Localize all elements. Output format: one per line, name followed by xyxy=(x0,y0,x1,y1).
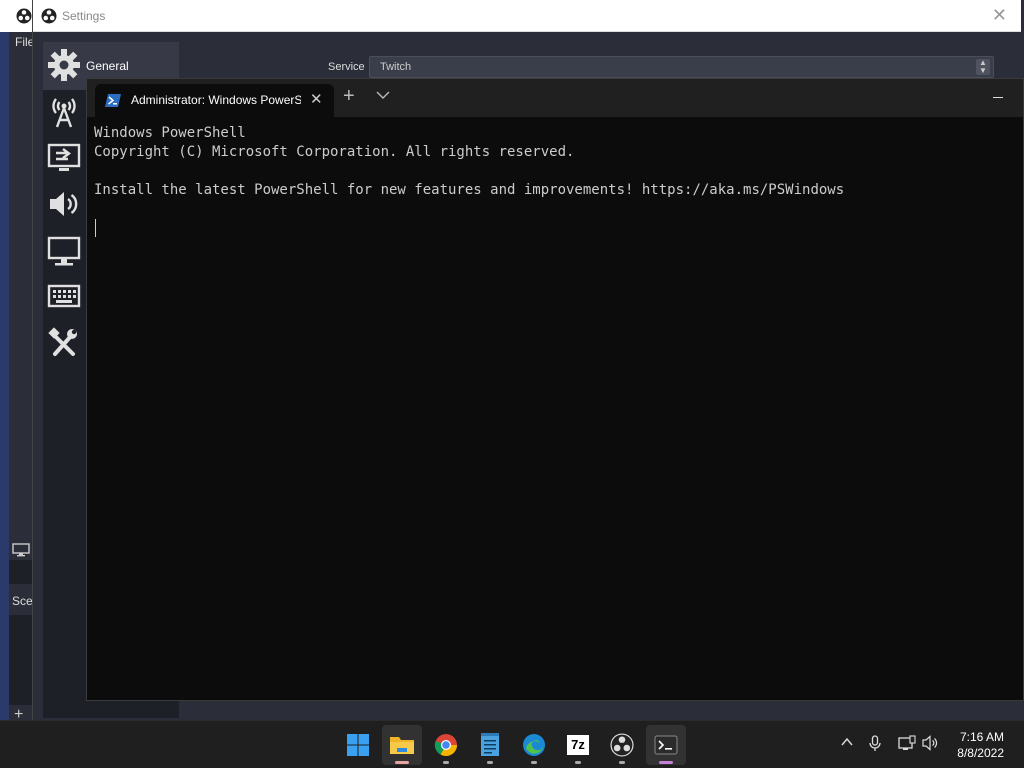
7zip-label: 7z xyxy=(571,737,585,752)
running-indicator xyxy=(619,761,625,764)
taskbar-file-explorer[interactable] xyxy=(382,725,422,765)
category-general-label[interactable]: General xyxy=(86,59,129,73)
terminal-icon xyxy=(654,735,678,755)
settings-title: Settings xyxy=(62,9,106,23)
chevron-down-icon[interactable] xyxy=(376,90,390,100)
powershell-icon xyxy=(105,94,121,107)
clock-date: 8/8/2022 xyxy=(957,746,1004,760)
obs-titlebar xyxy=(0,0,32,32)
clock-time: 7:16 AM xyxy=(959,730,1004,744)
console-output[interactable]: Windows PowerShell Copyright (C) Microsof… xyxy=(94,124,844,200)
settings-titlebar: Settings ✕ xyxy=(33,0,1021,32)
terminal-window: Administrator: Windows PowerShell ✕ + Wi… xyxy=(86,78,1024,701)
start-button[interactable] xyxy=(338,725,378,765)
new-tab-icon[interactable]: + xyxy=(343,86,355,106)
chevron-up-icon[interactable] xyxy=(840,735,854,749)
running-indicator xyxy=(531,761,537,764)
running-indicator xyxy=(443,761,449,764)
tab-title: Administrator: Windows PowerShell xyxy=(131,93,301,107)
gear-icon[interactable] xyxy=(47,48,81,82)
notepad-icon xyxy=(481,733,499,756)
hotkeys-icon[interactable] xyxy=(47,279,81,313)
service-value: Twitch xyxy=(380,61,412,73)
speaker-icon[interactable] xyxy=(922,735,940,751)
file-explorer-icon xyxy=(390,737,414,754)
minimize-icon[interactable] xyxy=(993,97,1003,98)
obs-logo-icon xyxy=(41,8,57,24)
taskbar-chrome[interactable] xyxy=(426,725,466,765)
text-cursor xyxy=(95,219,96,237)
service-select[interactable]: Twitch ▲ ▼ xyxy=(369,56,994,78)
terminal-tabbar: Administrator: Windows PowerShell ✕ + xyxy=(87,79,1023,117)
taskbar-terminal[interactable] xyxy=(646,725,686,765)
console-line: Install the latest PowerShell for new fe… xyxy=(94,182,845,198)
audio-icon[interactable] xyxy=(47,187,81,221)
monitor-icon[interactable] xyxy=(12,543,30,557)
taskbar-7zip[interactable]: 7z xyxy=(558,725,598,765)
chevron-updown-icon: ▲ ▼ xyxy=(976,59,990,75)
advanced-icon[interactable] xyxy=(47,326,81,360)
7zip-icon: 7z xyxy=(567,735,589,755)
stream-icon[interactable] xyxy=(47,94,81,128)
settings-bottom-strip xyxy=(43,702,179,718)
taskbar-clock[interactable]: 7:16 AM 8/8/2022 xyxy=(957,729,1004,761)
running-indicator xyxy=(395,761,409,764)
console-line: Copyright (C) Microsoft Corporation. All… xyxy=(94,144,575,160)
console-line: Windows PowerShell xyxy=(94,125,246,141)
taskbar-notepad[interactable] xyxy=(470,725,510,765)
taskbar-edge[interactable] xyxy=(514,725,554,765)
service-label: Service xyxy=(328,61,365,73)
running-indicator xyxy=(659,761,673,764)
network-icon[interactable] xyxy=(898,735,916,751)
chrome-icon xyxy=(434,734,457,756)
close-icon[interactable]: ✕ xyxy=(310,90,323,108)
output-icon[interactable] xyxy=(47,141,81,175)
edge-icon xyxy=(523,734,545,756)
terminal-tab[interactable]: Administrator: Windows PowerShell ✕ xyxy=(95,84,334,117)
microphone-icon[interactable] xyxy=(868,735,882,753)
obs-side-strip xyxy=(0,32,9,720)
taskbar-obs[interactable] xyxy=(602,725,642,765)
obs-icon xyxy=(610,733,634,757)
windows-start-icon xyxy=(347,734,369,756)
running-indicator xyxy=(487,761,493,764)
video-icon[interactable] xyxy=(47,234,81,268)
taskbar: 7z 7:16 AM 8/8/2022 xyxy=(0,720,1024,768)
close-icon[interactable]: ✕ xyxy=(992,5,1007,26)
obs-logo-icon xyxy=(16,8,32,24)
running-indicator xyxy=(575,761,581,764)
